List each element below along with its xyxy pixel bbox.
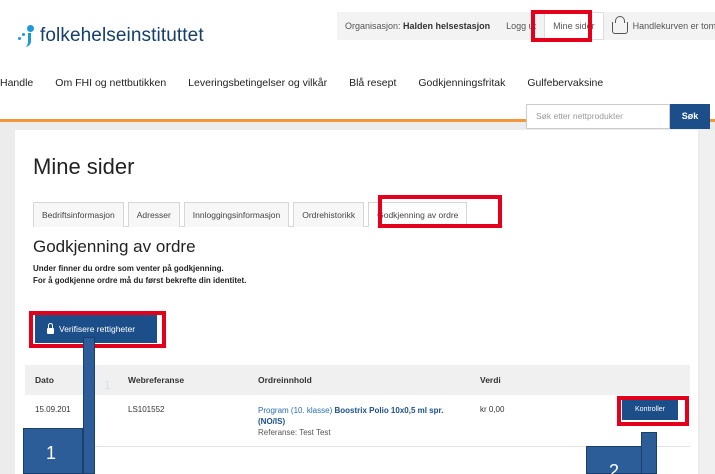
col-header-webreferanse: Webreferanse [128, 375, 185, 385]
row-product-cont: (NO/IS) [258, 417, 286, 426]
col-header-dato: Dato [35, 375, 54, 385]
description-line-1: Under finner du ordre som venter på godk… [33, 264, 224, 273]
basket-icon [611, 16, 628, 34]
logo-text: folkehelseinstituttet [40, 25, 204, 46]
section-title: Godkjenning av ordre [33, 237, 196, 256]
nav-item-gulfebervaksine[interactable]: Gulfebervaksine [516, 77, 614, 89]
fhi-logo[interactable]: folkehelseinstituttet [16, 25, 204, 47]
account-tabs: Bedriftsinformasjon Adresser Innloggings… [33, 202, 503, 227]
row-reference: Referanse: Test Test [258, 428, 331, 437]
nav-item-godkjenningsfritak[interactable]: Godkjenningsfritak [407, 77, 516, 89]
tab-bedriftsinformasjon[interactable]: Bedriftsinformasjon [33, 202, 124, 227]
tab-ordrehistorikk[interactable]: Ordrehistorikk [293, 202, 365, 227]
nav-item-leveringsbetingelser[interactable]: Leveringsbetingelser og vilkår [177, 77, 338, 89]
callout-1-box: 1 [23, 428, 83, 474]
logout-link[interactable]: Logg ut [498, 12, 544, 40]
callout-2-box: 2 [586, 446, 642, 474]
page-title: Mine sider [33, 154, 135, 179]
verify-button-label: Verifisere rettigheter [59, 324, 136, 334]
callout-1-pointer [83, 337, 95, 474]
verify-rights-button[interactable]: Verifisere rettigheter [35, 315, 157, 343]
basket-text: Handlekurven er tom [632, 21, 715, 31]
fhi-logo-icon [16, 25, 36, 47]
lock-icon [47, 322, 54, 334]
description-line-2: For å godkjenne ordre må du først bekref… [33, 276, 247, 285]
row-product-link[interactable]: Boostrix Polio 10x0,5 ml spr. [334, 406, 443, 415]
row-program-link[interactable]: Program (10. klasse) [258, 406, 332, 415]
row-date: 15.09.201 [35, 405, 71, 414]
main-nav: Handle Om FHI og nettbutikken Leveringsb… [0, 77, 614, 89]
main-content: Mine sider Bedriftsinformasjon Adresser … [15, 130, 698, 474]
utility-bar: Organisasjon: Halden helsestasjon Logg u… [337, 12, 715, 40]
search-input[interactable]: Søk etter nettprodukter [526, 104, 670, 129]
tab-adresser[interactable]: Adresser [127, 202, 180, 227]
row-webref: LS101552 [128, 405, 165, 414]
callout-2-pointer [641, 432, 657, 474]
org-label: Organisasjon: [345, 21, 401, 31]
search-button[interactable]: Søk [670, 104, 710, 129]
table-header: Dato Webreferanse Ordreinnhold Verdi [25, 365, 690, 395]
nav-item-om-fhi[interactable]: Om FHI og nettbutikken [44, 77, 177, 89]
scrollbar[interactable] [700, 130, 715, 474]
nav-item-blaa-resept[interactable]: Blå resept [338, 77, 407, 89]
nav-item-handle[interactable]: Handle [0, 77, 44, 89]
row-order-content: Program (10. klasse) Boostrix Polio 10x0… [258, 405, 473, 438]
kontroller-button[interactable]: Kontroller [622, 400, 678, 420]
section-description: Under finner du ordre som venter på godk… [33, 263, 246, 287]
callout-1-number: 1 [46, 443, 57, 463]
row-value: kr 0,00 [480, 405, 505, 414]
tab-innloggingsinformasjon[interactable]: Innloggingsinformasjon [183, 202, 290, 227]
col-header-ordreinnhold: Ordreinnhold [258, 375, 312, 385]
callout-small-number: 1 [104, 378, 111, 392]
tab-godkjenning-av-ordre[interactable]: Godkjenning av ordre [368, 202, 468, 227]
col-header-verdi: Verdi [480, 375, 501, 385]
callout-2-number: 2 [609, 461, 620, 474]
mine-sider-link[interactable]: Mine sider [544, 12, 604, 40]
org-name: Halden helsestasjon [403, 21, 491, 31]
basket-link[interactable]: Handlekurven er tom [604, 12, 715, 40]
organisation-info: Organisasjon: Halden helsestasjon [337, 12, 498, 40]
